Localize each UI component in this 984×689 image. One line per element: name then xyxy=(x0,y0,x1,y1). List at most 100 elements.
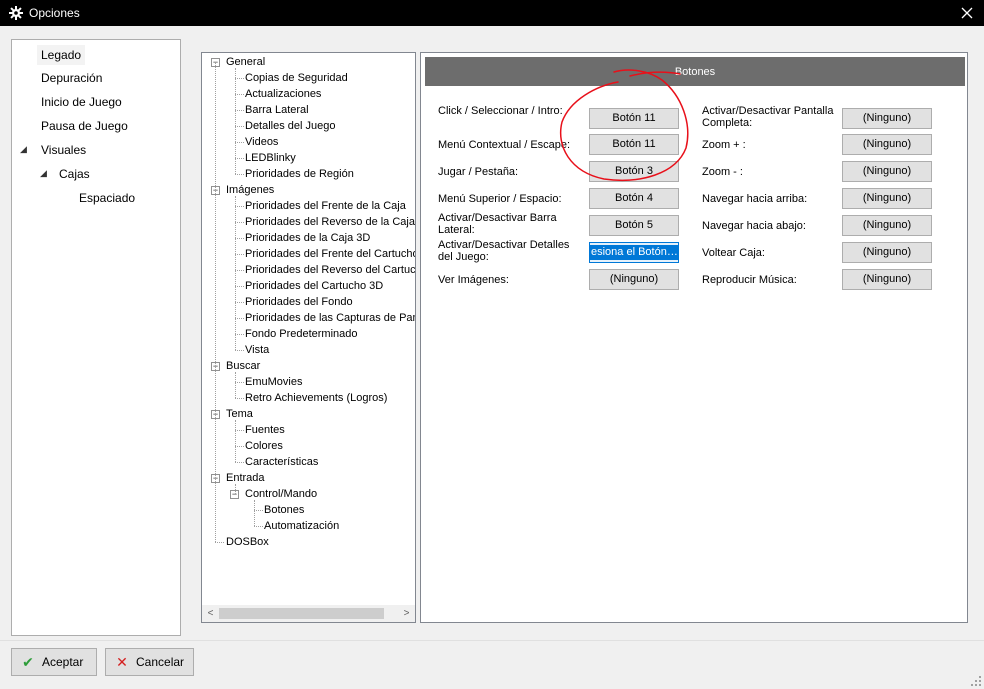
tree-item[interactable]: Prioridades del Reverso del Cartucho xyxy=(245,262,415,278)
tree-item[interactable]: Prioridades del Cartucho 3D xyxy=(245,278,383,294)
button-binding[interactable]: Botón 4 xyxy=(589,188,679,209)
nav-item-pausa-de-juego[interactable]: Pausa de Juego xyxy=(41,116,128,136)
tree-connector xyxy=(254,510,263,511)
tree-item[interactable]: Características xyxy=(245,454,318,470)
button-binding-value: Botón 4 xyxy=(615,192,653,204)
nav-item-cajas[interactable]: Cajas xyxy=(59,164,90,184)
tree-connector xyxy=(235,222,244,223)
button-binding[interactable]: (Ninguno) xyxy=(589,269,679,290)
field-label: Click / Seleccionar / Intro: xyxy=(438,105,563,117)
tree-item[interactable]: Prioridades del Fondo xyxy=(245,294,353,310)
tree-connector xyxy=(235,196,236,350)
cancel-label: Cancelar xyxy=(136,655,185,669)
tree-connector xyxy=(235,110,244,111)
button-binding[interactable]: Botón 11 xyxy=(589,108,679,129)
tree-item[interactable]: Prioridades de Región xyxy=(245,166,354,182)
tree-item[interactable]: Actualizaciones xyxy=(245,86,321,102)
settings-tree: General − Copias de Seguridad Actualizacion… xyxy=(201,52,416,623)
tree-item[interactable]: Botones xyxy=(264,502,304,518)
tree-item[interactable]: Tema xyxy=(226,406,253,422)
panel-header: Botones xyxy=(425,57,965,86)
button-binding[interactable]: Botón 5 xyxy=(589,215,679,236)
expanded-triangle-icon[interactable]: ◢ xyxy=(40,168,47,179)
buttons-settings-panel: Botones Click / Seleccionar / Intro: Botó… xyxy=(420,52,968,623)
nav-item-inicio-de-juego[interactable]: Inicio de Juego xyxy=(41,92,122,112)
tree-item[interactable]: General xyxy=(226,54,265,70)
tree-item[interactable]: Vista xyxy=(245,342,269,358)
accept-label: Aceptar xyxy=(42,655,84,669)
field-label: Menú Superior / Espacio: xyxy=(438,193,562,205)
button-binding[interactable]: (Ninguno) xyxy=(842,242,932,263)
tree-connector xyxy=(235,398,244,399)
button-binding-value: Botón 5 xyxy=(615,219,653,231)
tree-item[interactable]: Fuentes xyxy=(245,422,285,438)
button-binding-value: esiona el Botón… xyxy=(590,245,678,260)
tree-connector xyxy=(235,318,244,319)
tree-item[interactable]: Videos xyxy=(245,134,278,150)
tree-item[interactable]: Prioridades del Frente de la Caja xyxy=(245,198,406,214)
nav-item-depuracion[interactable]: Depuración xyxy=(41,68,102,88)
tree-item[interactable]: Retro Achievements (Logros) xyxy=(245,390,387,406)
button-binding-value: (Ninguno) xyxy=(862,112,912,124)
nav-item-espaciado[interactable]: Espaciado xyxy=(79,188,135,208)
button-binding[interactable]: (Ninguno) xyxy=(842,188,932,209)
tree-connector xyxy=(235,206,244,207)
field-label: Activar/Desactivar Barra Lateral: xyxy=(438,212,557,236)
button-binding-value: (Ninguno) xyxy=(862,246,912,258)
title-bar: Opciones xyxy=(0,0,984,26)
tree-item[interactable]: Prioridades de las Capturas de Pantalla xyxy=(245,310,415,326)
tree-item[interactable]: EmuMovies xyxy=(245,374,302,390)
button-binding-value: (Ninguno) xyxy=(862,273,912,285)
close-icon[interactable] xyxy=(958,4,976,22)
tree-item[interactable]: Automatización xyxy=(264,518,339,534)
x-icon: ✕ xyxy=(116,653,128,670)
scroll-right-icon[interactable]: > xyxy=(398,605,415,622)
scroll-left-icon[interactable]: < xyxy=(202,605,219,622)
tree-view: General − Copias de Seguridad Actualizacion… xyxy=(202,53,415,605)
tree-connector xyxy=(235,126,244,127)
tree-item[interactable]: Prioridades de la Caja 3D xyxy=(245,230,370,246)
resize-grip-icon[interactable] xyxy=(970,675,982,687)
nav-item-visuales[interactable]: Visuales xyxy=(41,140,86,160)
tree-connector xyxy=(235,420,236,462)
footer-separator xyxy=(0,640,984,641)
button-binding[interactable]: esiona el Botón… xyxy=(589,242,679,263)
tree-connector xyxy=(215,62,216,542)
button-binding[interactable]: (Ninguno) xyxy=(842,134,932,155)
tree-item[interactable]: Colores xyxy=(245,438,283,454)
field-label: Voltear Caja: xyxy=(702,247,765,259)
tree-item[interactable]: Barra Lateral xyxy=(245,102,309,118)
button-binding[interactable]: (Ninguno) xyxy=(842,108,932,129)
tree-item[interactable]: Prioridades del Reverso de la Caja xyxy=(245,214,415,230)
tree-item[interactable]: Entrada xyxy=(226,470,265,486)
nav-item-legado[interactable]: Legado xyxy=(37,45,86,65)
button-binding-value: (Ninguno) xyxy=(862,165,912,177)
button-binding[interactable]: (Ninguno) xyxy=(842,269,932,290)
tree-item[interactable]: LEDBlinky xyxy=(245,150,296,166)
accept-button[interactable]: ✔ Aceptar xyxy=(11,648,97,676)
button-binding[interactable]: (Ninguno) xyxy=(842,161,932,182)
button-binding[interactable]: (Ninguno) xyxy=(842,215,932,236)
horizontal-scrollbar[interactable]: < > xyxy=(202,605,415,622)
tree-item[interactable]: Detalles del Juego xyxy=(245,118,336,134)
tree-item[interactable]: Control/Mando xyxy=(245,486,317,502)
tree-item[interactable]: Buscar xyxy=(226,358,260,374)
window-title: Opciones xyxy=(29,6,80,20)
scrollbar-thumb[interactable] xyxy=(219,608,384,619)
category-list: Legado Depuración Inicio de Juego Pausa … xyxy=(11,39,181,636)
tree-item[interactable]: Copias de Seguridad xyxy=(245,70,348,86)
tree-connector xyxy=(235,238,244,239)
tree-item[interactable]: Imágenes xyxy=(226,182,274,198)
tree-connector xyxy=(235,158,244,159)
expanded-triangle-icon[interactable]: ◢ xyxy=(20,144,27,155)
field-label: Reproducir Música: xyxy=(702,274,797,286)
button-binding[interactable]: Botón 11 xyxy=(589,134,679,155)
tree-item[interactable]: Fondo Predeterminado xyxy=(245,326,358,342)
cancel-button[interactable]: ✕ Cancelar xyxy=(105,648,194,676)
tree-item[interactable]: Prioridades del Frente del Cartucho xyxy=(245,246,415,262)
tree-connector xyxy=(235,484,236,494)
button-binding-value: Botón 3 xyxy=(615,165,653,177)
tree-connector xyxy=(235,286,244,287)
tree-item[interactable]: DOSBox xyxy=(226,534,269,550)
button-binding[interactable]: Botón 3 xyxy=(589,161,679,182)
